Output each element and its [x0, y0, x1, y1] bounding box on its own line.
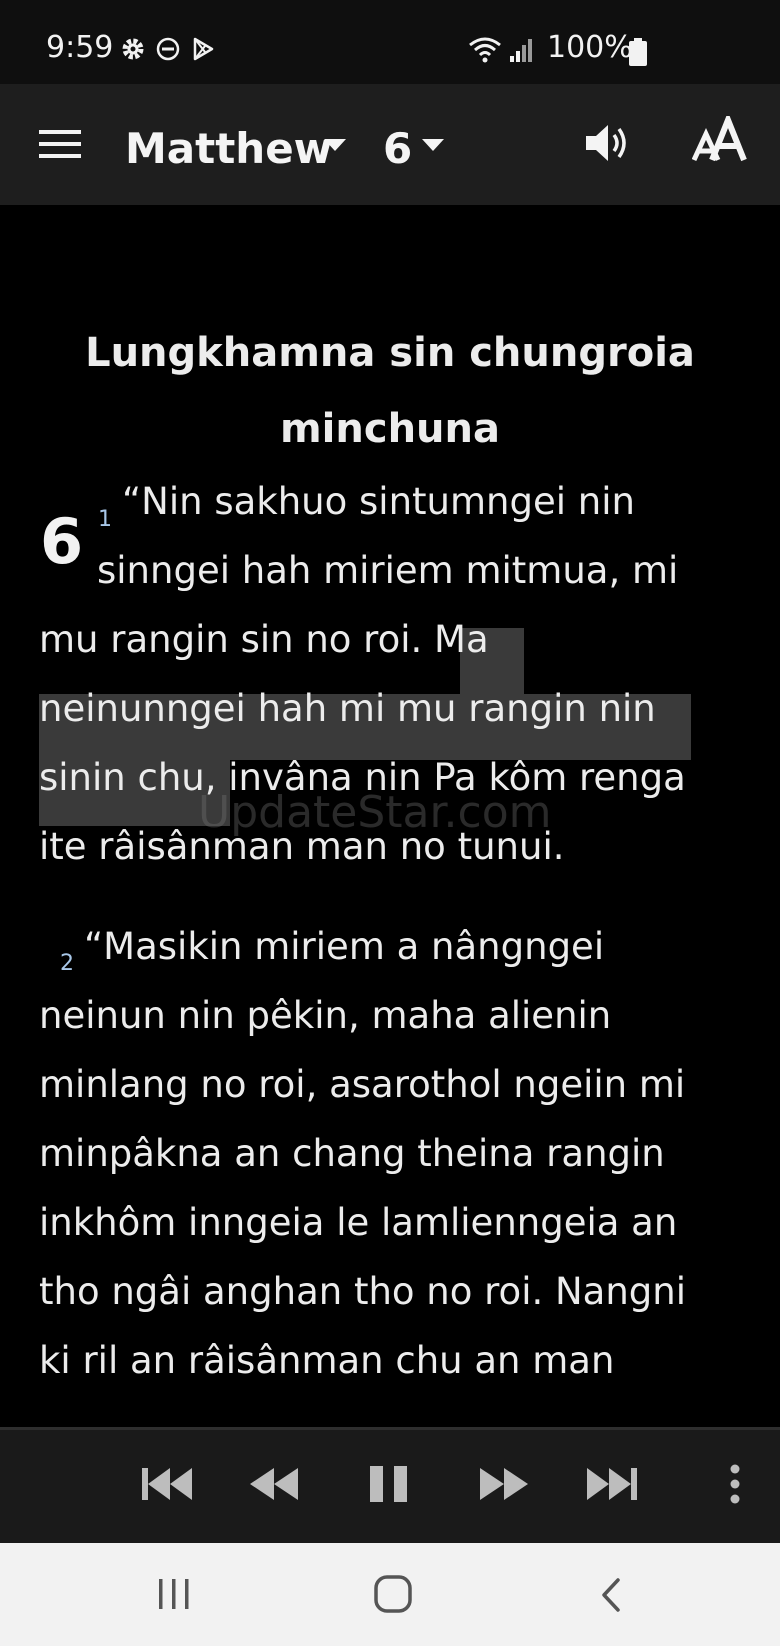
speaker-icon[interactable]	[584, 122, 630, 164]
verse-1-line[interactable]: “Nin sakhuo sintumngei nin	[122, 467, 635, 536]
text-size-icon[interactable]	[691, 111, 752, 166]
verse-number[interactable]: 2	[60, 951, 74, 976]
rewind-icon[interactable]	[248, 1464, 300, 1504]
app-bar: Matthew 6	[0, 84, 780, 205]
verse-2-line[interactable]: ki ril an râisânman chu an man	[39, 1326, 614, 1395]
audio-player-bar	[0, 1427, 780, 1543]
system-nav-bar	[0, 1543, 780, 1646]
fast-forward-icon[interactable]	[478, 1464, 530, 1504]
verse-1-line[interactable]: ite râisânman man no tunui.	[39, 812, 564, 881]
status-bar: 9:59 100%	[0, 0, 780, 84]
do-not-disturb-icon	[156, 37, 180, 61]
status-time: 9:59	[46, 30, 114, 65]
chapter-selector[interactable]: 6	[383, 124, 412, 173]
verse-2-line[interactable]: neinun nin pêkin, maha alienin	[39, 981, 611, 1050]
more-options-icon[interactable]	[728, 1464, 742, 1504]
verse-2-line[interactable]: “Masikin miriem a nângngei	[84, 912, 604, 981]
skip-next-icon[interactable]	[585, 1464, 639, 1504]
verse-2-line[interactable]: tho ngâi anghan tho no roi. Nangni	[39, 1257, 686, 1326]
book-dropdown-icon[interactable]	[324, 139, 346, 151]
verse-2-line[interactable]: minpâkna an chang theina rangin	[39, 1119, 665, 1188]
verse-1-line[interactable]: mu rangin sin no roi. Ma	[39, 605, 489, 674]
scripture-content[interactable]: Lungkhamna sin chungroia minchuna Update…	[0, 205, 780, 1427]
back-icon[interactable]	[598, 1577, 624, 1613]
book-selector[interactable]: Matthew	[125, 124, 332, 173]
signal-icon	[510, 39, 532, 62]
chapter-number: 6	[40, 505, 84, 578]
settings-icon	[122, 38, 144, 60]
wifi-icon	[469, 37, 501, 63]
section-heading: Lungkhamna sin chungroia minchuna	[85, 330, 695, 452]
home-icon[interactable]	[373, 1574, 413, 1614]
verse-2-line[interactable]: inkhôm inngeia le lamlienngeia an	[39, 1188, 677, 1257]
pause-icon[interactable]	[368, 1464, 410, 1504]
recent-apps-icon[interactable]	[156, 1577, 192, 1611]
chapter-dropdown-icon[interactable]	[422, 139, 444, 151]
menu-icon[interactable]	[39, 128, 81, 160]
play-store-icon	[193, 37, 214, 61]
verse-1-line[interactable]: sinngei hah miriem mitmua, mi	[97, 536, 678, 605]
battery-percent: 100%	[547, 30, 633, 65]
verse-1-line[interactable]: sinin chu, invâna nin Pa kôm renga	[39, 743, 686, 812]
verse-number[interactable]: 1	[98, 507, 112, 532]
verse-2-line[interactable]: minlang no roi, asarothol ngeiin mi	[39, 1050, 685, 1119]
verse-1-line[interactable]: neinunngei hah mi mu rangin nin	[39, 674, 656, 743]
battery-icon	[629, 38, 647, 66]
skip-previous-icon[interactable]	[140, 1464, 194, 1504]
